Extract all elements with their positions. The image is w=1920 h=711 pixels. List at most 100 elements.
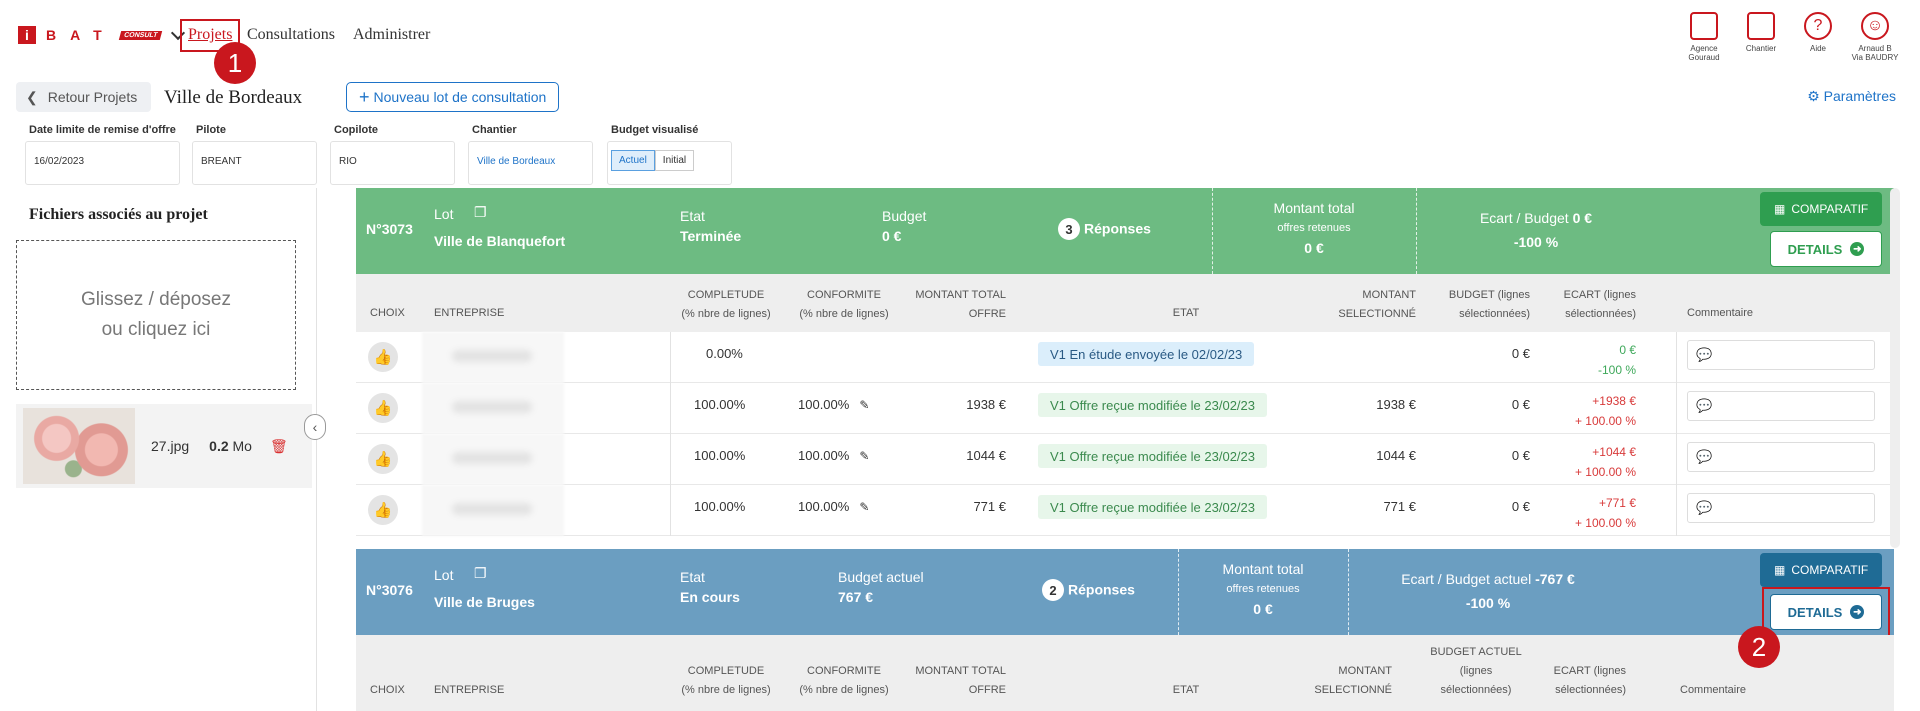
params-label: Paramètres	[1823, 88, 1896, 104]
col-budget-3: sélectionnées)	[1440, 684, 1512, 696]
montant-selectionne-value: 1044 €	[1376, 448, 1416, 463]
chantier-label: Chantier	[1745, 44, 1777, 53]
trash-icon[interactable]: 🗑	[270, 438, 288, 455]
col-ecart-1: ECART (lignes	[1553, 665, 1626, 677]
col-entreprise: ENTREPRISE	[434, 307, 505, 319]
etat-label: Etat	[680, 569, 705, 585]
comment-input[interactable]: 💬	[1687, 391, 1875, 421]
responses-count: 2 Réponses	[1042, 579, 1135, 601]
budget-initial-option[interactable]: Initial	[654, 150, 695, 171]
agence-label: Agence	[1690, 44, 1718, 53]
pencil-icon[interactable]: ✎	[859, 500, 869, 514]
conformite-text: 100.00%	[798, 448, 850, 463]
chantier-link[interactable]: Ville de Bordeaux	[468, 141, 593, 185]
drop-line-1: Glissez / déposez	[81, 289, 231, 310]
logo-letters: BAT	[46, 27, 116, 43]
budget-actuel-option[interactable]: Actuel	[611, 150, 655, 171]
budget-value: 0 €	[1511, 397, 1530, 412]
col-ecart-2: sélectionnées)	[1565, 308, 1636, 320]
gear-icon: ⚙	[1807, 88, 1820, 104]
copy-icon[interactable]: ❐	[474, 565, 487, 582]
comment-input[interactable]: 💬	[1687, 442, 1875, 472]
nav-administrer[interactable]: Administrer	[353, 26, 430, 44]
responses-number: 3	[1058, 218, 1080, 240]
col-conformite: CONFORMITE (% nbre de lignes)	[794, 662, 894, 700]
ecart-pct: + 100.00 %	[1574, 465, 1636, 479]
file-size-unit: Mo	[232, 438, 252, 454]
user-button[interactable]: ☺ Arnaud B Via BAUDRY	[1845, 12, 1905, 62]
ecart-pct: -100 %	[1465, 595, 1511, 611]
comment-input[interactable]: 💬	[1687, 493, 1875, 523]
copy-icon[interactable]: ❐	[474, 204, 487, 221]
file-dropzone[interactable]: Glissez / déposez ou cliquez ici	[16, 240, 296, 390]
nav-consultations[interactable]: Consultations	[247, 26, 335, 44]
completude-value: 100.00%	[694, 499, 746, 514]
comment-input[interactable]: 💬	[1687, 340, 1875, 370]
help-button[interactable]: ? Aide	[1788, 12, 1848, 53]
collapse-panel-button[interactable]: ‹	[304, 414, 326, 440]
col-completude: COMPLETUDE (% nbre de lignes)	[676, 286, 776, 324]
thumbs-up-icon[interactable]: 👍	[368, 444, 398, 474]
ecart-value: +1938 € + 100.00 %	[1536, 391, 1636, 431]
file-name[interactable]: 27.jpg	[151, 438, 189, 454]
comparatif-button[interactable]: ▦ COMPARATIF	[1760, 192, 1883, 226]
col-conformite-1: CONFORMITE	[807, 289, 881, 301]
help-icon: ?	[1804, 12, 1832, 40]
chat-icon: 💬	[1696, 347, 1713, 362]
new-lot-button[interactable]: + Nouveau lot de consultation	[346, 82, 560, 112]
divider	[670, 332, 671, 383]
col-budget-1: BUDGET (lignes	[1448, 289, 1530, 301]
table-row: 👍 100.00% 100.00% ✎ 771 € V1 Offre reçue modi…	[356, 485, 1894, 536]
logo-i: i	[18, 26, 36, 44]
col-conformite-2: (% nbre de lignes)	[799, 308, 889, 320]
comparatif-label: COMPARATIF	[1791, 202, 1869, 216]
budget-field: Budget visualisé Actuel Initial	[607, 124, 732, 185]
entreprise-name-blurred	[422, 332, 564, 383]
table-row: 👍 0.00% V1 En étude envoyée le 02/02/23 0 €…	[356, 332, 1894, 383]
thumbs-up-icon[interactable]: 👍	[368, 393, 398, 423]
user-sublabel: Via BAUDRY	[1851, 53, 1899, 62]
sub-bar: ❮ Retour Projets Ville de Bordeaux + Nou…	[0, 82, 1920, 116]
user-icon: ☺	[1861, 12, 1889, 40]
chantier-button[interactable]: Chantier	[1731, 12, 1791, 53]
lot-name: Ville de Blanquefort	[434, 233, 566, 249]
col-budget: BUDGET (lignes sélectionnées)	[1420, 286, 1530, 324]
divider	[670, 485, 671, 536]
ibat-logo[interactable]: i BAT CONSULT	[18, 25, 186, 44]
thumbs-up-icon[interactable]: 👍	[368, 495, 398, 525]
col-ecart: ECART (lignes sélectionnées)	[1536, 662, 1626, 700]
thumbs-up-icon[interactable]: 👍	[368, 342, 398, 372]
col-budget-2: (lignes	[1459, 665, 1493, 677]
date-input[interactable]: 16/02/2023	[25, 141, 180, 185]
lot-header-3076: N°3076 Lot ❐ Ville de Bruges Etat En cou…	[356, 549, 1894, 635]
etat-label: Etat	[680, 208, 705, 224]
file-thumbnail[interactable]	[23, 408, 135, 484]
comparatif-button[interactable]: ▦ COMPARATIF	[1760, 553, 1883, 587]
entreprise-name-blurred	[422, 383, 564, 434]
montant-value: 1938 €	[966, 397, 1006, 412]
lot-name: Ville de Bruges	[434, 594, 535, 610]
comparatif-label: COMPARATIF	[1791, 563, 1869, 577]
copilote-input[interactable]: RIO	[330, 141, 455, 185]
files-panel: Fichiers associés au projet Glissez / dé…	[0, 188, 317, 711]
file-size-num: 0.2	[209, 438, 229, 454]
params-link[interactable]: ⚙ Paramètres	[1807, 88, 1896, 105]
pilote-input[interactable]: BREANT	[192, 141, 317, 185]
conformite-value: 100.00% ✎	[798, 448, 869, 463]
col-ecart: ECART (lignes sélectionnées)	[1536, 286, 1636, 324]
col-completude-1: COMPLETUDE	[687, 665, 765, 677]
details-button[interactable]: DETAILS ➜	[1770, 231, 1882, 267]
ecart-pct: -100 %	[1597, 363, 1636, 377]
scrollbar[interactable]	[1890, 188, 1900, 548]
col-montant: MONTANT TOTAL OFFRE	[896, 286, 1006, 324]
pencil-icon[interactable]: ✎	[859, 398, 869, 412]
col-etat: ETAT	[1172, 684, 1200, 696]
agence-button[interactable]: Agence Gouraud	[1674, 12, 1734, 62]
copilote-label: Copilote	[334, 124, 378, 136]
col-msel-2: SELECTIONNÉ	[1314, 684, 1392, 696]
chat-icon: 💬	[1696, 500, 1713, 515]
back-projets-button[interactable]: ❮ Retour Projets	[16, 82, 152, 112]
montant-value: 0 €	[1304, 240, 1324, 256]
pencil-icon[interactable]: ✎	[859, 449, 869, 463]
ecart-pct: + 100.00 %	[1574, 516, 1636, 530]
